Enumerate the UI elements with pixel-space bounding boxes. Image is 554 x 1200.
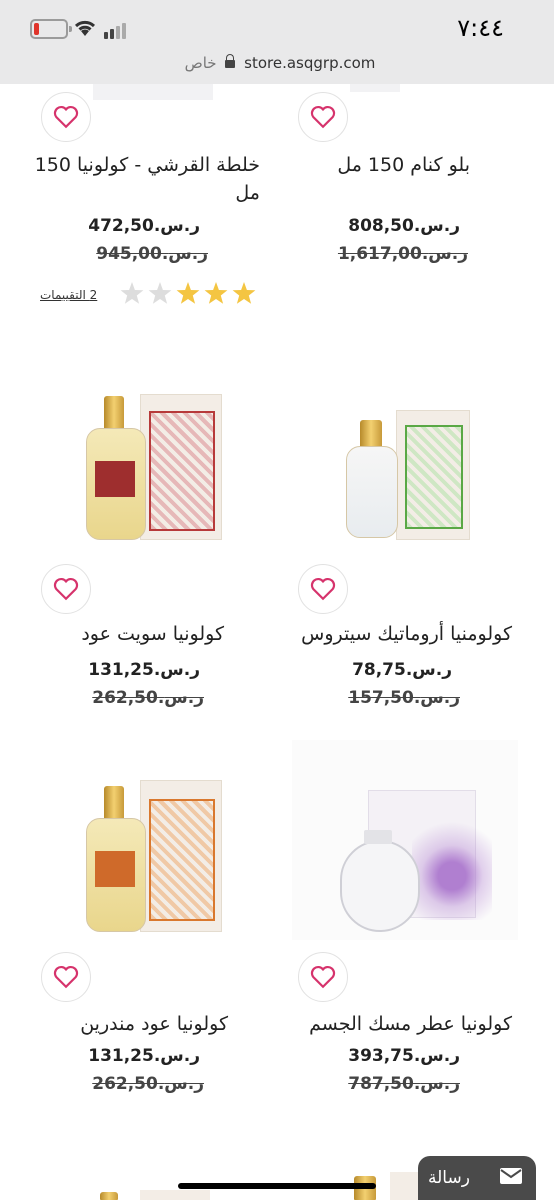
- product-name[interactable]: كولونيا سويت عود: [40, 620, 224, 648]
- wishlist-button[interactable]: [41, 564, 91, 614]
- product-price: 78,75.ر.س: [352, 660, 452, 680]
- signal-icon: [104, 20, 128, 39]
- wishlist-button[interactable]: [298, 92, 348, 142]
- star-empty-icon: [148, 282, 172, 304]
- product-image[interactable]: [80, 388, 230, 548]
- product-image[interactable]: [330, 400, 480, 550]
- mail-icon: [500, 1168, 522, 1184]
- heart-icon: [310, 105, 336, 129]
- product-image-top-left[interactable]: [350, 84, 400, 92]
- wifi-icon: [74, 20, 96, 36]
- product-old-price: 157,50.ر.س: [348, 688, 460, 708]
- heart-icon: [310, 965, 336, 989]
- product-name[interactable]: كولومنيا أروماتيك سيتروس: [290, 620, 512, 648]
- product-price: 472,50.ر.س: [88, 216, 200, 236]
- product-old-price: 262,50.ر.س: [92, 688, 204, 708]
- product-name[interactable]: خلطة القرشي - كولونيا 150 مل: [30, 151, 260, 207]
- star-filled-icon: [232, 282, 256, 304]
- product-price: 808,50.ر.س: [348, 216, 460, 236]
- star-rating: [120, 282, 256, 304]
- status-bar: ٧:٤٤ خاص store.asqgrp.com: [0, 0, 554, 84]
- heart-icon: [53, 965, 79, 989]
- product-price: 393,75.ر.س: [348, 1046, 460, 1066]
- product-image[interactable]: [292, 740, 518, 940]
- status-time: ٧:٤٤: [457, 14, 504, 42]
- heart-icon: [53, 105, 79, 129]
- star-empty-icon: [120, 282, 144, 304]
- chat-button[interactable]: رسالة: [418, 1156, 536, 1200]
- wishlist-button[interactable]: [298, 564, 348, 614]
- battery-icon: [30, 19, 72, 39]
- ratings-link[interactable]: 2 التقييمات: [40, 288, 97, 302]
- product-price: 131,25.ر.س: [88, 660, 200, 680]
- star-filled-icon: [176, 282, 200, 304]
- product-old-price: 787,50.ر.س: [348, 1074, 460, 1094]
- wishlist-button[interactable]: [41, 92, 91, 142]
- star-filled-icon: [204, 282, 228, 304]
- chat-label: رسالة: [428, 1168, 470, 1188]
- product-name[interactable]: كولونيا عطر مسك الجسم: [290, 1010, 512, 1038]
- product-old-price: 1,617,00.ر.س: [337, 244, 468, 264]
- heart-icon: [53, 577, 79, 601]
- private-label: خاص: [184, 54, 217, 72]
- heart-icon: [310, 577, 336, 601]
- product-old-price: 262,50.ر.س: [92, 1074, 204, 1094]
- product-name[interactable]: كولونيا عود مندرين: [40, 1010, 228, 1038]
- wishlist-button[interactable]: [298, 952, 348, 1002]
- product-image[interactable]: [96, 1188, 216, 1200]
- wishlist-button[interactable]: [41, 952, 91, 1002]
- address-bar[interactable]: خاص store.asqgrp.com: [0, 53, 554, 72]
- product-price: 131,25.ر.س: [88, 1046, 200, 1066]
- home-indicator: [178, 1183, 376, 1189]
- lock-icon: [225, 53, 236, 68]
- product-image-top-right[interactable]: [93, 84, 213, 100]
- url-text: store.asqgrp.com: [244, 54, 376, 72]
- product-image[interactable]: [80, 776, 230, 942]
- product-old-price: 945,00.ر.س: [96, 244, 208, 264]
- product-name[interactable]: بلو كنام 150 مل: [300, 151, 470, 179]
